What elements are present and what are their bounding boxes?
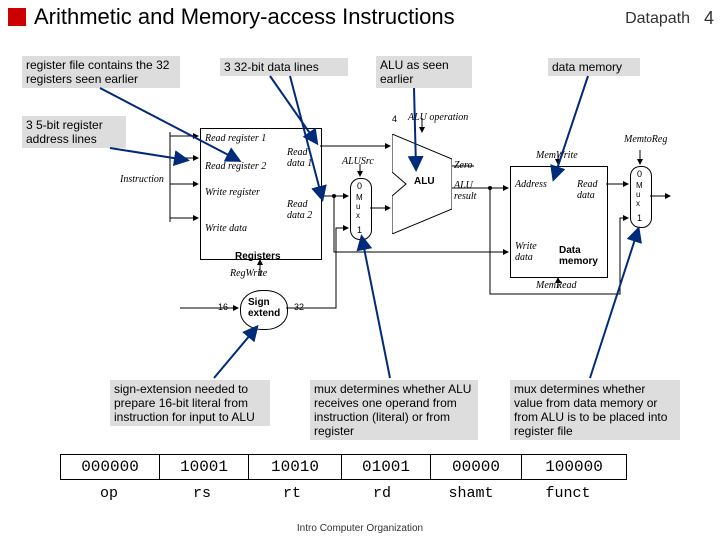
note-data3x32: 3 32-bit data lines [220, 58, 348, 76]
bits-rd: 01001 [342, 455, 431, 480]
lbl-shamt: shamt [426, 485, 516, 502]
slide-number: 4 [704, 8, 714, 29]
bits-rs: 10001 [160, 455, 249, 480]
note-alu: ALU as seen earlier [376, 56, 472, 88]
bits-rt: 10010 [249, 455, 342, 480]
lbl-rt: rt [246, 485, 338, 502]
note-mux2: mux determines whether value from data m… [510, 380, 680, 440]
instruction-bits-table: 000000 10001 10010 01001 00000 100000 [60, 454, 627, 480]
note-mux1: mux determines whether ALU receives one … [310, 380, 478, 440]
note-dmem: data memory [548, 58, 640, 76]
note-regfile: register file contains the 32 registers … [22, 56, 180, 88]
bits-funct: 100000 [522, 455, 627, 480]
lbl-rs: rs [158, 485, 246, 502]
datapath-wires [130, 118, 700, 348]
datapath-diagram: Instruction Read register 1 Read registe… [130, 118, 700, 348]
note-signext: sign-extension needed to prepare 16-bit … [110, 380, 270, 426]
lbl-rd: rd [338, 485, 426, 502]
slide-title: Arithmetic and Memory-access Instruction… [34, 4, 455, 30]
note-addr3x5: 3 5-bit register address lines [22, 116, 126, 148]
slide-bullet [8, 8, 26, 26]
slide-footer: Intro Computer Organization [0, 523, 720, 534]
instruction-field-labels: oprsrtrdshamtfunct [60, 484, 620, 502]
lbl-op: op [60, 485, 158, 502]
bits-op: 000000 [61, 455, 160, 480]
lbl-funct: funct [516, 485, 620, 502]
bits-shamt: 00000 [431, 455, 522, 480]
slide-section: Datapath [625, 10, 690, 28]
